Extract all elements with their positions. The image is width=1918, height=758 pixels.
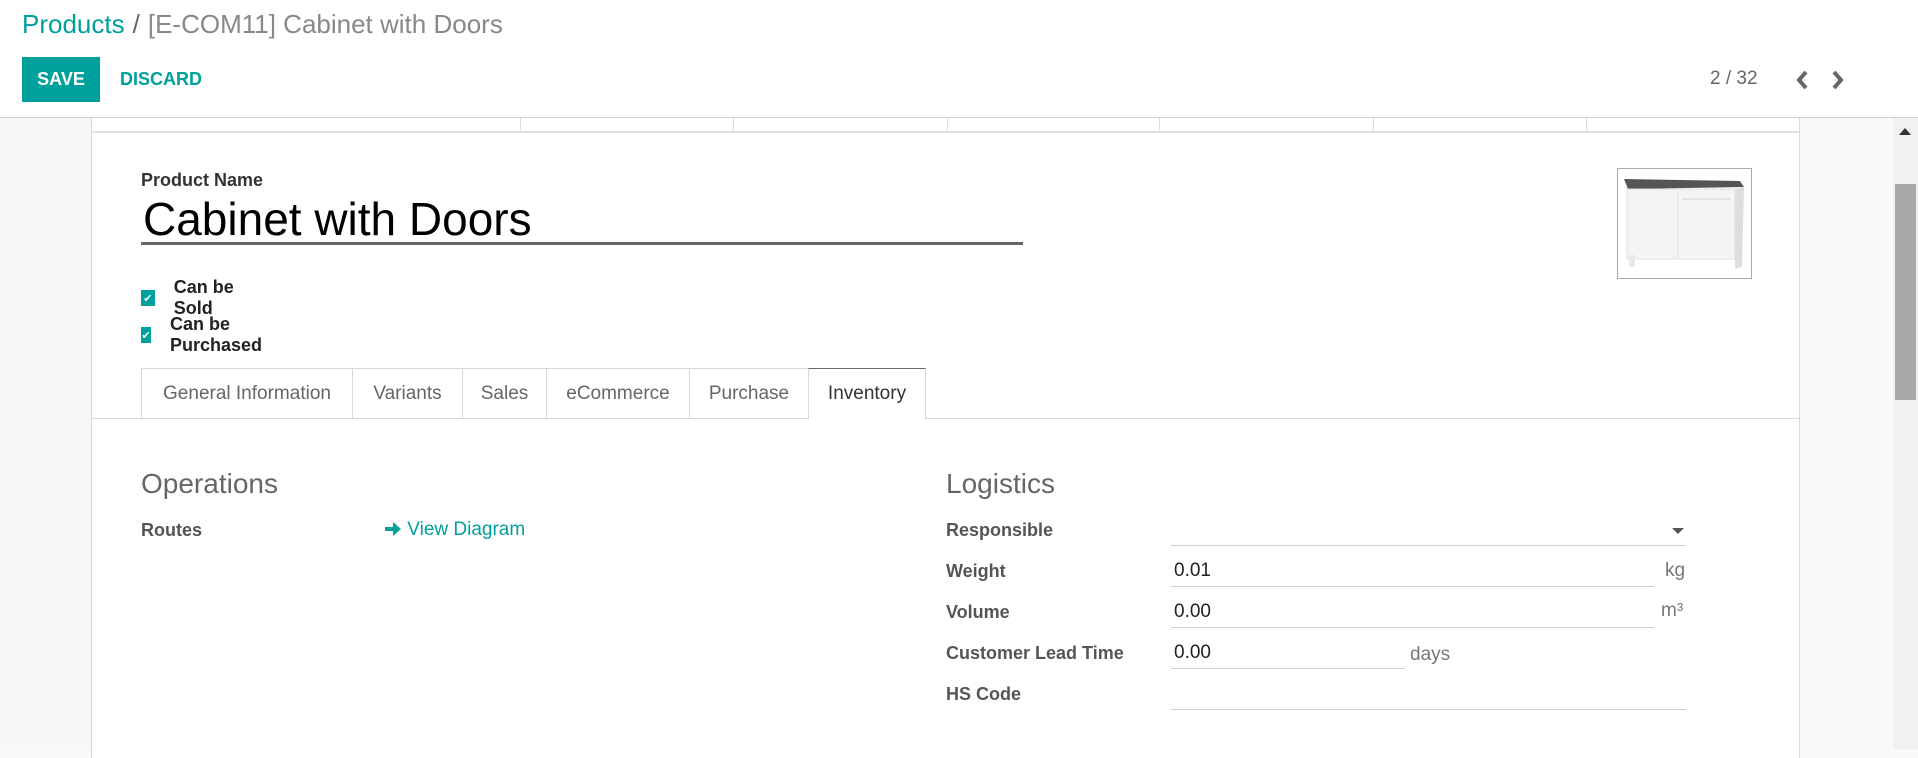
- tab-ecommerce[interactable]: eCommerce: [546, 368, 690, 418]
- smart-button[interactable]: [734, 118, 948, 131]
- breadcrumb-current: [E-COM11] Cabinet with Doors: [147, 9, 503, 39]
- tab-inventory[interactable]: Inventory: [808, 368, 926, 419]
- form-sheet: Product Name ✔ Can be Sold ✔ Can be Purc…: [91, 118, 1800, 758]
- pager-previous-button[interactable]: [1788, 64, 1818, 96]
- scroll-up-arrow-icon[interactable]: [1899, 128, 1911, 135]
- product-name-label: Product Name: [141, 170, 264, 190]
- smart-button[interactable]: [92, 118, 521, 131]
- vertical-scrollbar[interactable]: [1893, 118, 1918, 749]
- responsible-select[interactable]: [1171, 514, 1686, 546]
- product-image[interactable]: [1617, 168, 1752, 279]
- smart-button[interactable]: [1160, 118, 1375, 131]
- smart-button[interactable]: [521, 118, 734, 131]
- pager-next-button[interactable]: [1823, 64, 1853, 96]
- discard-button[interactable]: DISCARD: [112, 57, 210, 102]
- breadcrumb-products-link[interactable]: Products: [22, 9, 125, 39]
- smart-button[interactable]: [948, 118, 1161, 131]
- tab-general-information[interactable]: General Information: [141, 368, 353, 418]
- scrollbar-thumb[interactable]: [1895, 184, 1916, 400]
- chevron-right-icon: [1832, 70, 1844, 90]
- volume-unit: m³: [1661, 600, 1684, 621]
- can-be-purchased-checkbox[interactable]: ✔ Can be Purchased: [141, 314, 268, 356]
- arrow-right-icon: [385, 522, 401, 536]
- weight-label: Weight: [946, 561, 1006, 581]
- view-diagram-link[interactable]: View Diagram: [384, 519, 525, 541]
- pager: 2 / 32: [1688, 60, 1918, 100]
- background-left: [0, 118, 91, 749]
- save-button[interactable]: SAVE: [22, 57, 100, 102]
- hs-code-input[interactable]: [1171, 678, 1686, 710]
- chevron-left-icon: [1796, 70, 1808, 90]
- product-name-input[interactable]: [141, 195, 1023, 245]
- control-panel: Products / [E-COM11] Cabinet with Doors SA…: [0, 0, 1918, 118]
- pager-value: 2 / 32: [1710, 68, 1758, 89]
- weight-input[interactable]: [1171, 555, 1654, 587]
- smart-button[interactable]: [1587, 118, 1799, 131]
- tab-sales[interactable]: Sales: [462, 368, 547, 418]
- lead-time-unit: days: [1410, 644, 1451, 665]
- routes-label: Routes: [141, 520, 203, 540]
- weight-unit: kg: [1665, 560, 1686, 581]
- tab-variants[interactable]: Variants: [352, 368, 463, 418]
- can-be-sold-label: Can be Sold: [173, 277, 234, 318]
- smart-button-box: [92, 118, 1799, 133]
- smart-button[interactable]: [1374, 118, 1588, 131]
- hs-code-label: HS Code: [946, 684, 1022, 704]
- customer-lead-time-input[interactable]: [1171, 637, 1405, 669]
- view-diagram-label: View Diagram: [407, 519, 526, 540]
- notebook-tabs: General Information Variants Sales eComm…: [92, 368, 1799, 419]
- breadcrumb: Products / [E-COM11] Cabinet with Doors: [22, 6, 503, 42]
- cabinet-image-icon: [1624, 179, 1744, 269]
- operations-title: Operations: [141, 468, 278, 499]
- volume-label: Volume: [946, 602, 1010, 622]
- checkbox-checked-icon: ✔: [141, 290, 155, 306]
- title-block: Product Name ✔ Can be Sold ✔ Can be Purc…: [141, 170, 1023, 355]
- can-be-purchased-label: Can be Purchased: [169, 314, 263, 355]
- customer-lead-time-label: Customer Lead Time: [946, 643, 1124, 663]
- checkbox-checked-icon: ✔: [141, 327, 151, 343]
- volume-input[interactable]: [1171, 596, 1654, 628]
- breadcrumb-separator: /: [132, 9, 140, 39]
- can-be-sold-checkbox[interactable]: ✔ Can be Sold: [141, 277, 263, 319]
- tab-purchase[interactable]: Purchase: [689, 368, 809, 418]
- responsible-label: Responsible: [946, 520, 1054, 540]
- chevron-down-icon[interactable]: [1672, 528, 1684, 534]
- logistics-title: Logistics: [946, 468, 1055, 499]
